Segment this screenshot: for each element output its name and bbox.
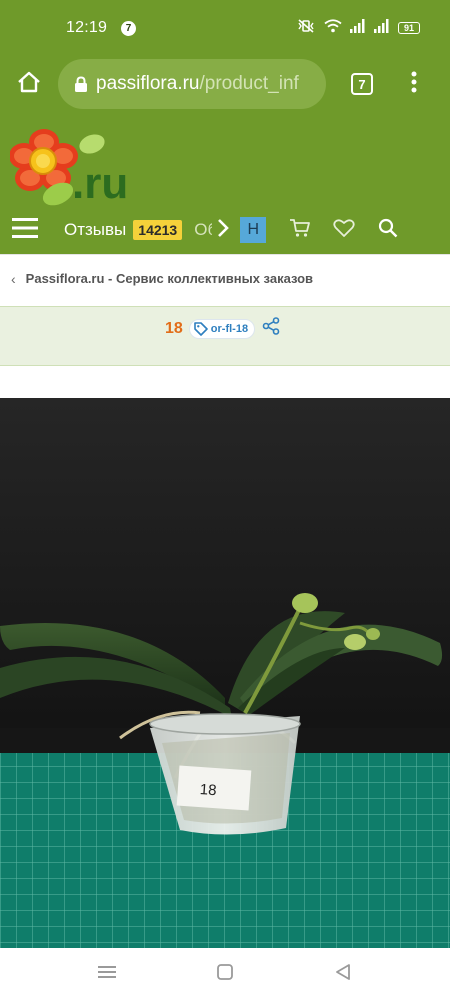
site-logo[interactable]: .ru [9, 126, 138, 210]
nav-reviews-link[interactable]: Отзывы 14213 [64, 220, 183, 240]
home-square-icon [217, 963, 233, 985]
product-meta: 18 or-fl-18 [165, 317, 280, 340]
breadcrumb[interactable]: ‹ Passiflora.ru - Сервис коллективных за… [0, 254, 450, 302]
search-icon [378, 218, 398, 243]
status-icons: 91 [296, 18, 420, 39]
cart-button[interactable] [278, 206, 322, 254]
signal-icon [374, 18, 390, 38]
home-button[interactable] [0, 56, 58, 112]
system-home-button[interactable] [205, 954, 245, 994]
system-back-button[interactable] [323, 954, 363, 994]
lock-icon [74, 75, 88, 93]
reviews-count-badge: 14213 [133, 220, 183, 240]
menu-icon [12, 217, 38, 244]
status-bar: 12:19 7 91 [0, 0, 450, 56]
url-domain: passiflora.ru [96, 73, 200, 94]
page: 12:19 7 91 passiflora.ru /product_inf 7 … [0, 0, 450, 1000]
more-vert-icon [411, 71, 417, 98]
share-button[interactable] [262, 317, 280, 340]
product-number: 18 [165, 319, 183, 337]
nav-reviews-label: Отзывы [64, 220, 127, 239]
recents-button[interactable] [87, 954, 127, 994]
heart-icon [333, 218, 355, 243]
recents-icon [98, 965, 116, 984]
cart-icon [289, 218, 311, 243]
svg-text:18: 18 [199, 781, 217, 799]
search-button[interactable] [366, 206, 410, 254]
battery-icon: 91 [398, 22, 420, 34]
svg-text:.ru: .ru [72, 159, 128, 208]
menu-button[interactable] [0, 206, 50, 254]
mute-vibrate-icon [296, 18, 316, 39]
status-time: 12:19 [66, 19, 108, 36]
product-photo[interactable]: 18 [0, 398, 450, 948]
notification-badge: 7 [121, 20, 137, 36]
share-icon [262, 317, 280, 340]
chevron-left-icon: ‹ [11, 270, 16, 287]
signal-icon [350, 18, 366, 38]
browser-menu-button[interactable] [394, 56, 434, 112]
product-tag-label: or-fl-18 [210, 322, 249, 335]
tag-icon [193, 321, 208, 336]
system-navigation-bar [0, 948, 450, 1000]
home-icon [17, 71, 41, 98]
breadcrumb-link[interactable]: Passiflora.ru - Сервис коллективных зака… [26, 271, 313, 286]
nav-scroll-right-button[interactable] [212, 206, 234, 254]
favorites-button[interactable] [322, 206, 366, 254]
back-triangle-icon [335, 963, 351, 985]
browser-toolbar: passiflora.ru/product_inf 7 [0, 56, 450, 112]
orchid-photo: 18 [0, 398, 450, 948]
url-path: /product_inf [199, 73, 299, 94]
tab-switcher-button[interactable]: 7 [332, 56, 392, 112]
nav-next-item-partial[interactable]: Об [194, 220, 212, 240]
site-nav: Отзывы 14213 Об Н [0, 206, 450, 254]
nav-h-badge[interactable]: Н [240, 217, 267, 243]
address-bar[interactable]: passiflora.ru/product_inf [58, 59, 326, 109]
product-info-bar: 18 or-fl-18 [0, 306, 450, 366]
wifi-icon [324, 18, 342, 38]
product-tag[interactable]: or-fl-18 [188, 318, 256, 339]
chevron-right-icon [217, 218, 230, 243]
tab-count: 7 [351, 73, 373, 95]
